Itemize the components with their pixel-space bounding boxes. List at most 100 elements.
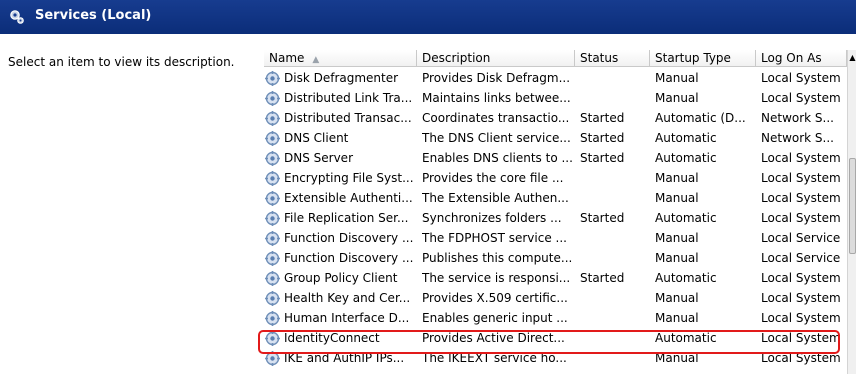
service-description: Publishes this compute... (422, 251, 573, 265)
service-startup-type: Automatic (655, 151, 717, 165)
service-status: Started (580, 111, 625, 125)
service-startup-type: Manual (655, 71, 699, 85)
service-startup-type: Automatic (D... (655, 111, 746, 125)
service-gear-icon (264, 130, 281, 147)
service-startup-type: Manual (655, 191, 699, 205)
service-name: Distributed Link Tra... (284, 91, 413, 105)
service-gear-icon (264, 250, 281, 267)
service-name: Human Interface D... (284, 311, 410, 325)
service-startup-type: Manual (655, 171, 699, 185)
table-row[interactable]: Distributed Link Tra... Maintains links b… (264, 88, 847, 108)
service-status: Started (580, 151, 625, 165)
service-gear-icon (264, 150, 281, 167)
service-status (580, 88, 650, 108)
service-description: Maintains links betwee... (422, 91, 571, 105)
service-description: Enables DNS clients to ... (422, 151, 573, 165)
service-name: File Replication Ser... (284, 211, 409, 225)
table-row[interactable]: Function Discovery ... The FDPHOST servic… (264, 228, 847, 248)
console-header: Services (Local) (0, 0, 856, 34)
service-description: Synchronizes folders ... (422, 211, 562, 225)
column-header-label: Name (269, 51, 305, 65)
table-row[interactable]: Human Interface D... Enables generic inpu… (264, 308, 847, 328)
table-row[interactable]: Disk Defragmenter Provides Disk Defragm..… (264, 68, 847, 88)
service-description: Provides the core file ... (422, 171, 564, 185)
identityconnect-highlight-box (258, 330, 840, 354)
service-startup-type: Manual (655, 231, 699, 245)
vertical-scrollbar[interactable]: ▲ (847, 50, 856, 374)
service-name: Function Discovery ... (284, 251, 414, 265)
service-name: Health Key and Cer... (284, 291, 411, 305)
description-pane-text: Select an item to view its description. (8, 55, 235, 69)
service-startup-type: Automatic (655, 131, 717, 145)
service-startup-type: Manual (655, 91, 699, 105)
service-startup-type: Manual (655, 291, 699, 305)
table-header: Name ▲ Description Status Startup Type Lo… (264, 50, 847, 68)
service-gear-icon (264, 70, 281, 87)
table-row[interactable]: Function Discovery ... Publishes this com… (264, 248, 847, 268)
service-gear-icon (264, 210, 281, 227)
service-name: Group Policy Client (284, 271, 398, 285)
column-header-startup-type[interactable]: Startup Type (650, 50, 756, 67)
page-title: Services (Local) (35, 8, 152, 23)
service-description: Enables generic input ... (422, 311, 568, 325)
service-startup-type: Automatic (655, 211, 717, 225)
table-row[interactable]: Health Key and Cer... Provides X.509 cert… (264, 288, 847, 308)
column-header-name[interactable]: Name ▲ (264, 50, 417, 67)
table-row[interactable]: Encrypting File Syst... Provides the core… (264, 168, 847, 188)
sort-ascending-icon: ▲ (312, 55, 320, 65)
service-log-on-as: Local System (761, 71, 841, 85)
table-row[interactable]: DNS Client The DNS Client service... Start… (264, 128, 847, 148)
service-log-on-as: Local System (761, 171, 841, 185)
scroll-up-arrow-icon[interactable]: ▲ (848, 50, 856, 66)
service-status: Started (580, 271, 625, 285)
service-log-on-as: Local Service (761, 251, 841, 265)
service-status (580, 168, 650, 188)
service-name: Extensible Authenti... (284, 191, 413, 205)
service-status (580, 288, 650, 308)
service-log-on-as: Local System (761, 211, 841, 225)
service-description: Provides Disk Defragm... (422, 71, 571, 85)
service-description: The Extensible Authen... (422, 191, 569, 205)
service-log-on-as: Local System (761, 191, 841, 205)
service-name: Disk Defragmenter (284, 71, 399, 85)
service-log-on-as: Local System (761, 151, 841, 165)
service-log-on-as: Local System (761, 311, 841, 325)
service-status (580, 248, 650, 268)
service-status: Started (580, 211, 625, 225)
service-gear-icon (264, 110, 281, 127)
service-startup-type: Manual (655, 311, 699, 325)
service-log-on-as: Network S... (761, 111, 834, 125)
table-row[interactable]: DNS Server Enables DNS clients to ... Star… (264, 148, 847, 168)
service-name: Function Discovery ... (284, 231, 414, 245)
column-header-log-on-as[interactable]: Log On As (756, 50, 847, 67)
service-log-on-as: Local System (761, 291, 841, 305)
service-status (580, 188, 650, 208)
table-row[interactable]: File Replication Ser... Synchronizes fold… (264, 208, 847, 228)
service-log-on-as: Local System (761, 91, 841, 105)
service-description: Provides X.509 certific... (422, 291, 568, 305)
service-gear-icon (264, 310, 281, 327)
table-row[interactable]: Distributed Transac... Coordinates transa… (264, 108, 847, 128)
service-description: Coordinates transactio... (422, 111, 570, 125)
table-row[interactable]: Extensible Authenti... The Extensible Aut… (264, 188, 847, 208)
service-gear-icon (264, 290, 281, 307)
services-gear-icon (10, 10, 24, 24)
service-startup-type: Automatic (655, 271, 717, 285)
column-header-description[interactable]: Description (417, 50, 575, 67)
column-header-status[interactable]: Status (575, 50, 650, 67)
service-name: DNS Client (284, 131, 349, 145)
service-gear-icon (264, 170, 281, 187)
service-gear-icon (264, 190, 281, 207)
service-description: The FDPHOST service ... (422, 231, 567, 245)
service-status: Started (580, 131, 625, 145)
service-gear-icon (264, 230, 281, 247)
service-description: The service is responsi... (422, 271, 571, 285)
service-startup-type: Manual (655, 251, 699, 265)
service-name: Distributed Transac... (284, 111, 412, 125)
service-description: The DNS Client service... (422, 131, 571, 145)
service-gear-icon (264, 90, 281, 107)
service-log-on-as: Local System (761, 271, 841, 285)
service-log-on-as: Network S... (761, 131, 834, 145)
table-row[interactable]: Group Policy Client The service is respon… (264, 268, 847, 288)
scroll-thumb[interactable] (849, 158, 856, 254)
